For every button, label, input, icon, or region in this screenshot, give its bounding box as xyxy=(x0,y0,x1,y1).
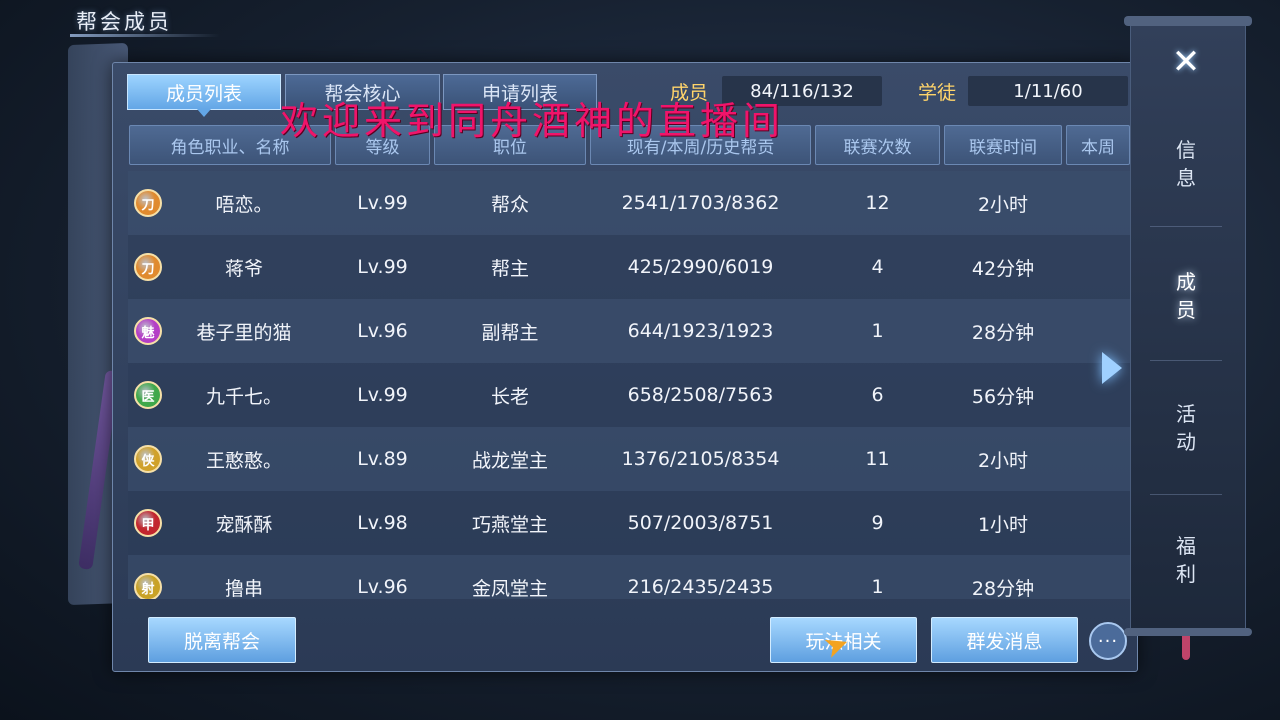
member-league-count: 6 xyxy=(871,384,884,406)
member-rank: 长老 xyxy=(490,385,529,408)
member-rank: 战龙堂主 xyxy=(471,449,548,472)
table-row[interactable]: 刀唔恋。 Lv.99 帮众 2541/1703/8362 12 2小时 xyxy=(128,171,1130,235)
side-nav-divider xyxy=(1150,494,1222,495)
column-header-contribution[interactable]: 现有/本周/历史帮贡 xyxy=(590,125,811,165)
table-row[interactable]: 甲宠酥酥 Lv.98 巧燕堂主 507/2003/8751 9 1小时 xyxy=(128,491,1130,555)
table-row[interactable]: 魅巷子里的猫 Lv.96 副帮主 644/1923/1923 1 28分钟 xyxy=(128,299,1130,363)
column-header-rank[interactable]: 职位 xyxy=(434,125,586,165)
member-contribution: 658/2508/7563 xyxy=(627,384,774,406)
table-row[interactable]: 射撸串 Lv.96 金凤堂主 216/2435/2435 1 28分钟 xyxy=(128,555,1130,599)
apprentices-count-value: 1/11/60 xyxy=(968,76,1128,106)
tab-member-list[interactable]: 成员列表 xyxy=(127,74,281,117)
member-name: 蒋爷 xyxy=(224,257,263,280)
side-nav-members-label: 成员 xyxy=(1176,270,1196,322)
member-league-count: 1 xyxy=(871,576,884,598)
scroll-rod-top xyxy=(1124,16,1252,26)
member-level: Lv.98 xyxy=(357,512,408,534)
tassel-decoration xyxy=(1182,636,1190,660)
gameplay-button[interactable]: 玩法相关 xyxy=(770,617,917,663)
side-nav-info[interactable]: 信息 xyxy=(1168,136,1204,192)
member-name: 撸串 xyxy=(224,577,263,600)
member-league-time: 28分钟 xyxy=(971,577,1035,600)
table-row[interactable]: 刀蒋爷 Lv.99 帮主 425/2990/6019 4 42分钟 xyxy=(128,235,1130,299)
next-page-arrow-icon[interactable] xyxy=(1102,352,1122,384)
member-name: 九千七。 xyxy=(205,385,282,408)
column-header-this-week[interactable]: 本周 xyxy=(1066,125,1130,165)
tab-application-list[interactable]: 申请列表 xyxy=(443,74,597,110)
member-rank: 金凤堂主 xyxy=(471,577,548,600)
member-league-time: 2小时 xyxy=(977,193,1029,216)
member-level: Lv.96 xyxy=(357,576,408,598)
member-level: Lv.99 xyxy=(357,192,408,214)
member-rank: 帮主 xyxy=(490,257,529,280)
table-row[interactable]: 侠王憨憨。 Lv.89 战龙堂主 1376/2105/8354 11 2小时 xyxy=(128,427,1130,491)
member-name: 唔恋。 xyxy=(215,193,273,216)
member-league-time: 1小时 xyxy=(977,513,1029,536)
mass-message-button[interactable]: 群发消息 xyxy=(931,617,1078,663)
column-header-class-name[interactable]: 角色职业、名称 xyxy=(129,125,331,165)
side-nav-welfare[interactable]: 福利 xyxy=(1168,532,1204,588)
member-rank: 副帮主 xyxy=(481,321,539,344)
page-title: 帮会成员 xyxy=(76,10,172,34)
apprentices-count-label: 学徒 xyxy=(918,82,957,104)
title-swoosh xyxy=(70,34,220,37)
more-options-button[interactable]: ··· xyxy=(1089,622,1127,660)
member-contribution: 2541/1703/8362 xyxy=(621,192,780,214)
column-header-league-time[interactable]: 联赛时间 xyxy=(944,125,1062,165)
member-contribution: 507/2003/8751 xyxy=(627,512,774,534)
member-name: 王憨憨。 xyxy=(205,449,282,472)
close-icon[interactable]: ✕ xyxy=(1168,42,1204,82)
member-rank: 帮众 xyxy=(490,193,529,216)
side-nav-welfare-label: 福利 xyxy=(1176,534,1196,586)
member-contribution: 1376/2105/8354 xyxy=(621,448,780,470)
member-league-time: 28分钟 xyxy=(971,321,1035,344)
member-name: 宠酥酥 xyxy=(215,513,273,536)
side-nav-activities-label: 活动 xyxy=(1176,402,1196,454)
side-nav-activities[interactable]: 活动 xyxy=(1168,400,1204,456)
member-list[interactable]: 刀唔恋。 Lv.99 帮众 2541/1703/8362 12 2小时刀蒋爷 Lv.99 帮主… xyxy=(128,171,1130,599)
member-name: 巷子里的猫 xyxy=(196,321,292,344)
column-header-league-count[interactable]: 联赛次数 xyxy=(815,125,940,165)
member-league-count: 9 xyxy=(871,512,884,534)
table-row[interactable]: 医九千七。 Lv.99 长老 658/2508/7563 6 56分钟 xyxy=(128,363,1130,427)
side-nav-divider xyxy=(1150,360,1222,361)
scroll-rod-bottom xyxy=(1124,628,1252,636)
member-rank: 巧燕堂主 xyxy=(471,513,548,536)
member-league-count: 4 xyxy=(871,256,884,278)
member-league-time: 42分钟 xyxy=(971,257,1035,280)
side-nav-info-label: 信息 xyxy=(1176,138,1196,190)
member-league-time: 56分钟 xyxy=(971,385,1035,408)
member-level: Lv.99 xyxy=(357,384,408,406)
member-level: Lv.99 xyxy=(357,256,408,278)
member-contribution: 644/1923/1923 xyxy=(627,320,774,342)
member-contribution: 216/2435/2435 xyxy=(627,576,774,598)
member-level: Lv.96 xyxy=(357,320,408,342)
member-league-count: 12 xyxy=(865,192,890,214)
members-count-value: 84/116/132 xyxy=(722,76,882,106)
members-count-label: 成员 xyxy=(670,82,709,104)
member-league-count: 11 xyxy=(865,448,890,470)
tab-guild-core[interactable]: 帮会核心 xyxy=(285,74,440,110)
side-nav-members[interactable]: 成员 xyxy=(1168,268,1204,324)
member-level: Lv.89 xyxy=(357,448,408,470)
leave-guild-button[interactable]: 脱离帮会 xyxy=(148,617,296,663)
column-header-level[interactable]: 等级 xyxy=(335,125,430,165)
member-contribution: 425/2990/6019 xyxy=(627,256,774,278)
member-league-count: 1 xyxy=(871,320,884,342)
member-league-time: 2小时 xyxy=(977,449,1029,472)
side-nav-divider xyxy=(1150,226,1222,227)
